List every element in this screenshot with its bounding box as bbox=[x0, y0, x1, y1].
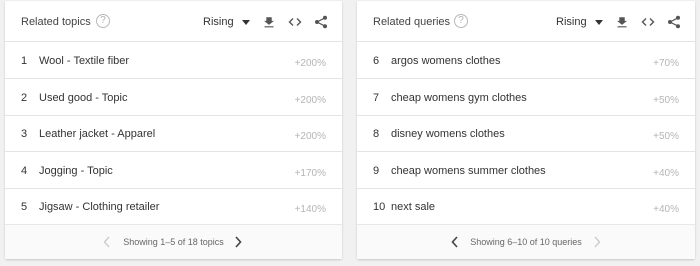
card-title: Related topics bbox=[21, 16, 91, 28]
list-item[interactable]: 5 Jigsaw - Clothing retailer +140% bbox=[5, 189, 342, 225]
rise-value: +140% bbox=[294, 204, 326, 215]
list-item[interactable]: 3 Leather jacket - Apparel +200% bbox=[5, 116, 342, 152]
caret-down-icon[interactable] bbox=[595, 20, 603, 25]
rise-value: +40% bbox=[653, 168, 679, 179]
pagination-text: Showing 1–5 of 18 topics bbox=[123, 237, 224, 247]
download-icon[interactable] bbox=[262, 15, 276, 29]
rise-value: +70% bbox=[653, 58, 679, 69]
list-item[interactable]: 2 Used good - Topic +200% bbox=[5, 80, 342, 116]
help-icon[interactable]: ? bbox=[96, 14, 110, 28]
rank-number: 3 bbox=[21, 128, 28, 140]
rise-value: +170% bbox=[294, 168, 326, 179]
list-item[interactable]: 7 cheap womens gym clothes +50% bbox=[357, 80, 695, 116]
query-label[interactable]: next sale bbox=[391, 201, 435, 213]
query-label[interactable]: argos womens clothes bbox=[391, 55, 500, 67]
related-queries-card: Related queries ? Rising 6 argos womens … bbox=[357, 1, 695, 259]
rise-value: +50% bbox=[653, 95, 679, 106]
chevron-right-icon bbox=[591, 235, 603, 249]
related-topics-card: Related topics ? Rising 1 Wool - Textile… bbox=[5, 1, 342, 259]
card-title: Related queries bbox=[373, 16, 451, 28]
query-label[interactable]: cheap womens summer clothes bbox=[391, 165, 546, 177]
card-header: Related topics ? Rising bbox=[5, 1, 342, 42]
rise-value: +200% bbox=[294, 58, 326, 69]
list-item[interactable]: 1 Wool - Textile fiber +200% bbox=[5, 43, 342, 79]
pagination-footer: Showing 6–10 of 10 queries bbox=[357, 224, 695, 259]
rank-number: 5 bbox=[21, 201, 28, 213]
list-item[interactable]: 4 Jogging - Topic +170% bbox=[5, 153, 342, 189]
topic-label[interactable]: Used good - Topic bbox=[39, 92, 127, 104]
embed-icon[interactable] bbox=[641, 15, 655, 29]
rank-number: 9 bbox=[373, 165, 380, 177]
share-icon[interactable] bbox=[314, 15, 328, 29]
query-label[interactable]: cheap womens gym clothes bbox=[391, 92, 527, 104]
list-item[interactable]: 6 argos womens clothes +70% bbox=[357, 43, 695, 79]
pagination-text: Showing 6–10 of 10 queries bbox=[470, 237, 582, 247]
rank-number: 7 bbox=[373, 92, 380, 104]
rank-number: 10 bbox=[373, 201, 386, 213]
rise-value: +200% bbox=[294, 131, 326, 142]
filter-dropdown-label[interactable]: Rising bbox=[556, 16, 587, 28]
topic-label[interactable]: Leather jacket - Apparel bbox=[39, 128, 155, 140]
rank-number: 1 bbox=[21, 55, 28, 67]
card-header: Related queries ? Rising bbox=[357, 1, 695, 42]
topic-label[interactable]: Wool - Textile fiber bbox=[39, 55, 129, 67]
rise-value: +50% bbox=[653, 131, 679, 142]
chevron-right-icon[interactable] bbox=[232, 235, 244, 249]
filter-dropdown-label[interactable]: Rising bbox=[203, 16, 234, 28]
rise-value: +40% bbox=[653, 204, 679, 215]
rank-number: 8 bbox=[373, 128, 380, 140]
rise-value: +200% bbox=[294, 95, 326, 106]
embed-icon[interactable] bbox=[288, 15, 302, 29]
list-item[interactable]: 10 next sale +40% bbox=[357, 189, 695, 225]
topic-label[interactable]: Jogging - Topic bbox=[39, 165, 113, 177]
download-icon[interactable] bbox=[615, 15, 629, 29]
query-label[interactable]: disney womens clothes bbox=[391, 128, 505, 140]
share-icon[interactable] bbox=[667, 15, 681, 29]
rank-number: 6 bbox=[373, 55, 380, 67]
list-item[interactable]: 8 disney womens clothes +50% bbox=[357, 116, 695, 152]
caret-down-icon[interactable] bbox=[242, 20, 250, 25]
pagination-footer: Showing 1–5 of 18 topics bbox=[5, 224, 342, 259]
list-item[interactable]: 9 cheap womens summer clothes +40% bbox=[357, 153, 695, 189]
help-icon[interactable]: ? bbox=[454, 14, 468, 28]
topic-label[interactable]: Jigsaw - Clothing retailer bbox=[39, 201, 159, 213]
rank-number: 4 bbox=[21, 165, 28, 177]
rank-number: 2 bbox=[21, 92, 28, 104]
